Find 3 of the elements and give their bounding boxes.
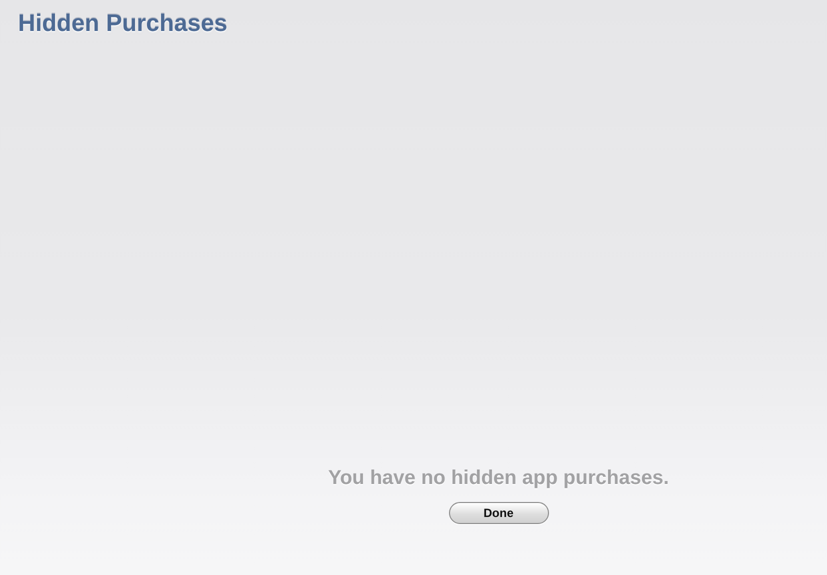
page-title: Hidden Purchases <box>18 10 228 38</box>
empty-message: You have no hidden app purchases. <box>328 467 669 490</box>
done-button[interactable]: Done <box>448 502 548 524</box>
